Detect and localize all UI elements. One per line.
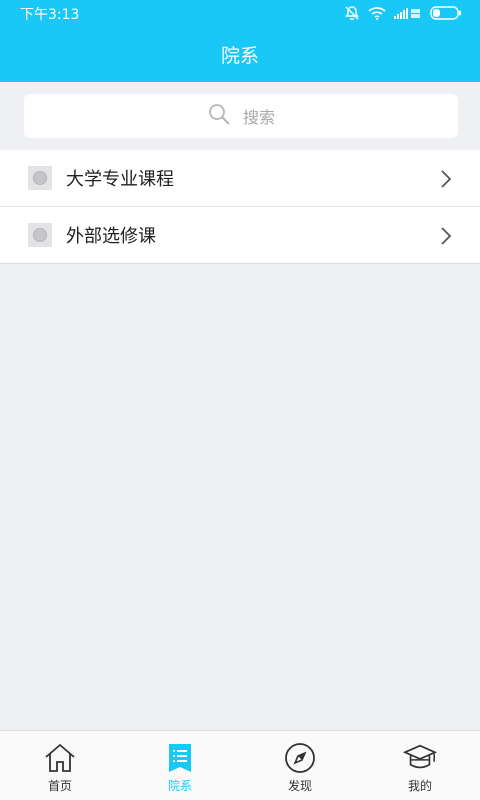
status-icons xyxy=(344,4,462,22)
compass-icon xyxy=(283,741,317,775)
tab-discover[interactable]: 发现 xyxy=(240,731,360,800)
department-list: 大学专业课程 外部选修课 xyxy=(0,150,480,264)
chevron-right-icon xyxy=(440,226,452,250)
list-item-label: 外部选修课 xyxy=(66,226,156,247)
course-thumb-icon xyxy=(28,223,52,247)
tab-department[interactable]: 院系 xyxy=(120,731,240,800)
bottom-tab-bar: 首页 院系 发现 我的 xyxy=(0,730,480,800)
signal-icon xyxy=(394,6,422,20)
list-item-label: 大学专业课程 xyxy=(66,169,174,190)
tab-label: 首页 xyxy=(47,779,72,793)
page-title: 院系 xyxy=(220,44,259,67)
tab-label: 发现 xyxy=(287,779,312,793)
battery-icon xyxy=(430,6,462,20)
title-bar: 院系 xyxy=(0,26,480,82)
wifi-icon xyxy=(368,6,386,20)
search-input[interactable]: 搜索 xyxy=(24,94,458,138)
status-bar: 下午3:13 xyxy=(0,0,480,26)
search-placeholder: 搜索 xyxy=(242,108,275,127)
tab-mine[interactable]: 我的 xyxy=(360,731,480,800)
list-item-external-electives[interactable]: 外部选修课 xyxy=(0,207,480,264)
bell-off-icon xyxy=(344,5,360,21)
tab-label: 我的 xyxy=(407,779,432,793)
list-item-university-courses[interactable]: 大学专业课程 xyxy=(0,150,480,207)
course-thumb-icon xyxy=(28,166,52,190)
search-icon xyxy=(207,102,231,130)
graduation-cap-icon xyxy=(403,741,437,775)
department-list-icon xyxy=(163,741,197,775)
home-icon xyxy=(43,741,77,775)
tab-home[interactable]: 首页 xyxy=(0,731,120,800)
chevron-right-icon xyxy=(440,169,452,193)
status-time: 下午3:13 xyxy=(20,7,80,23)
tab-label: 院系 xyxy=(167,779,192,793)
